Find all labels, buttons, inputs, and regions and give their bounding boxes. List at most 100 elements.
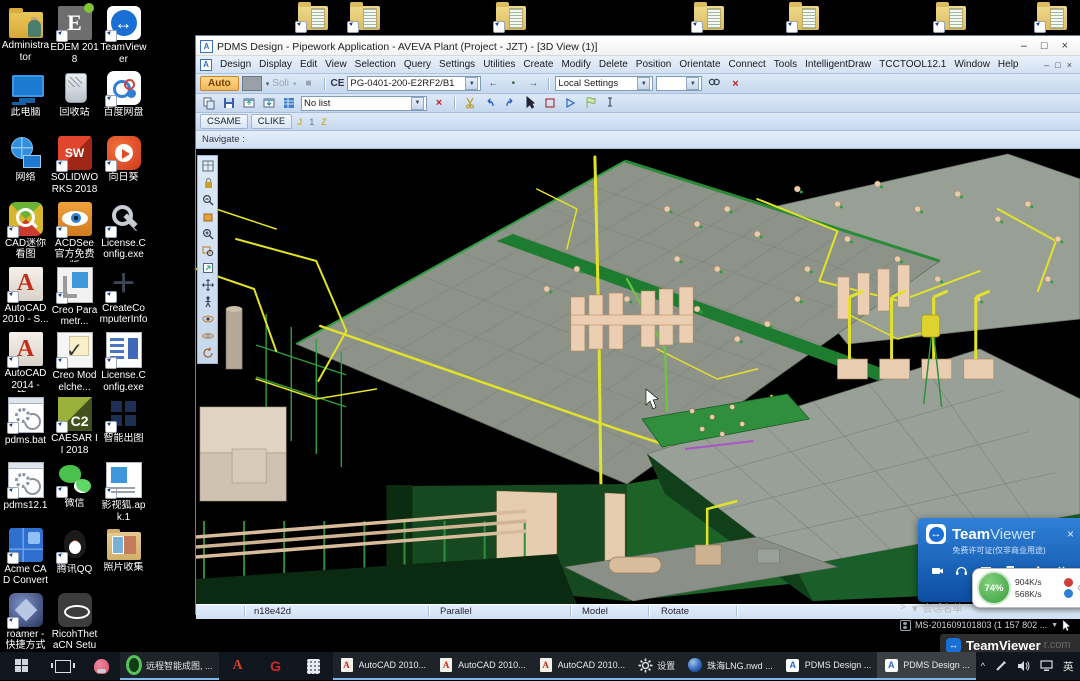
table-icon[interactable] — [280, 95, 298, 112]
top-folder-shortcut-2[interactable] — [350, 6, 380, 30]
auto-button[interactable]: Auto — [200, 76, 239, 91]
top-folder-shortcut-6[interactable] — [936, 6, 966, 30]
find-icon[interactable] — [705, 75, 723, 92]
cut-icon[interactable] — [461, 95, 479, 112]
local-settings-combo[interactable]: Local Settings▼ — [555, 76, 653, 91]
teamviewer-close-icon[interactable]: × — [1067, 527, 1074, 541]
taskbar-autocad-2010-window-1[interactable]: AAutoCAD 2010... — [333, 652, 433, 680]
solid-mode-dropdown[interactable]: Soli — [272, 78, 289, 89]
taskbar-remote-paw-pinned[interactable] — [82, 652, 120, 680]
nav-forward-icon[interactable]: → — [524, 75, 542, 92]
top-folder-shortcut-3[interactable] — [496, 6, 526, 30]
desktop-icon-wechat[interactable]: 微信 — [50, 462, 99, 510]
desktop-icon-caesar-ii-2018[interactable]: C2CAESAR II 2018 — [50, 397, 99, 456]
tray-pen-icon[interactable] — [990, 652, 1012, 680]
desktop-icon-creo-modelcheck[interactable]: ✓Creo Modelche... — [50, 332, 99, 393]
csame-button[interactable]: CSAME — [200, 114, 248, 129]
taskbar-autocad-2010-window-2[interactable]: AAutoCAD 2010... — [432, 652, 532, 680]
element-dropdown-arrow[interactable]: ▼ — [465, 77, 478, 90]
link-icon[interactable] — [200, 95, 218, 112]
nav-back-icon[interactable]: ← — [484, 75, 502, 92]
maximize-button[interactable]: □ — [1041, 41, 1048, 52]
desktop-icon-roamer[interactable]: roamer - 快捷方式 — [1, 593, 50, 652]
clike-button[interactable]: CLIKE — [251, 114, 292, 129]
menu-utilities[interactable]: Utilities — [480, 58, 518, 71]
view-zoomin-icon[interactable] — [199, 226, 216, 242]
windown-icon[interactable] — [260, 95, 278, 112]
winup-icon[interactable] — [240, 95, 258, 112]
no-list-combo[interactable]: No list▼ — [301, 96, 427, 111]
close-button[interactable]: × — [1062, 41, 1068, 52]
view-rotate-icon[interactable] — [199, 345, 216, 361]
taskbar-pdms-design-window-1[interactable]: APDMS Design ... — [779, 652, 878, 680]
taskbar-autocad-pinned[interactable]: A — [219, 652, 257, 680]
top-folder-shortcut-1[interactable] — [298, 6, 328, 30]
desktop-icon-autocad-2010[interactable]: AAutoCAD 2010 - S... — [1, 267, 50, 326]
top-folder-shortcut-4[interactable] — [694, 6, 724, 30]
mdi-close-button[interactable]: × — [1067, 60, 1072, 70]
desktop-icon-administrator[interactable]: Administrator — [1, 6, 50, 63]
desktop-icon-this-pc[interactable]: 此电脑 — [1, 71, 50, 119]
title-bar[interactable]: A PDMS Design - Pipework Application - A… — [196, 38, 1080, 56]
desktop-icon-acme-cad-converter[interactable]: Acme CAD Converter — [1, 528, 50, 588]
view-refresh-icon[interactable] — [199, 260, 216, 276]
desktop-icon-autocad-2014[interactable]: AAutoCAD 2014 - 简... — [1, 332, 50, 392]
menu-window[interactable]: Window — [951, 58, 993, 71]
desktop-icon-ricoh-theta-setup[interactable]: RicohThetaCN Setup.exe — [50, 593, 99, 653]
desktop-icon-license-config-key[interactable]: License.Config.exe — [99, 202, 148, 261]
color-swatch-dropdown[interactable] — [242, 76, 262, 91]
menu-edit[interactable]: Edit — [297, 58, 320, 71]
menu-settings[interactable]: Settings — [436, 58, 478, 71]
taskbar-autocad-2010-window-3[interactable]: AAutoCAD 2010... — [532, 652, 632, 680]
taskbar-pdms-design-window-2[interactable]: APDMS Design ... — [877, 652, 976, 680]
mdi-restore-button[interactable]: □ — [1055, 60, 1060, 70]
menu-display[interactable]: Display — [256, 58, 295, 71]
desktop-icon-license-config-2[interactable]: License.Config.exe — [99, 332, 148, 393]
desktop-icon-yingshihu-apk[interactable]: 影视狐.apk.1 — [99, 462, 148, 523]
taskbar-task-view-button[interactable] — [44, 652, 82, 680]
desktop-icon-acdsee-free[interactable]: ACDSee 官方免费版 — [50, 202, 99, 262]
tv-headset-icon[interactable] — [954, 564, 968, 576]
menu-design[interactable]: Design — [217, 58, 254, 71]
view-boxo-icon[interactable] — [199, 209, 216, 225]
save-icon[interactable] — [220, 95, 238, 112]
menu-tools[interactable]: Tools — [771, 58, 800, 71]
menu-modify[interactable]: Modify — [558, 58, 593, 71]
view-zoomwin-icon[interactable] — [199, 243, 216, 259]
pointer-icon[interactable] — [521, 95, 539, 112]
flag-icon[interactable] — [581, 95, 599, 112]
taskbar-start-button[interactable] — [0, 652, 44, 680]
menu-delete[interactable]: Delete — [596, 58, 631, 71]
desktop-icon-recycle-bin[interactable]: 回收站 — [50, 71, 99, 119]
current-element-combo[interactable]: PG-0401-200-E2RF2/B1▼ — [347, 76, 481, 91]
desktop-icon-cad-mini-viewer[interactable]: CAD迷你看图 — [1, 202, 50, 261]
desktop-icon-photo-folder[interactable]: 照片收集 — [99, 528, 148, 574]
taskbar-remote-smart-plot-window[interactable]: 远程智能成图, ... — [120, 652, 219, 680]
menu-help[interactable]: Help — [995, 58, 1022, 71]
session-header-row[interactable]: > ▼ 会话名单 — [896, 598, 1080, 616]
view-orbit-icon[interactable] — [199, 328, 216, 344]
desktop-icon-baidu-netdisk[interactable]: 百度网盘 — [99, 71, 148, 119]
desktop-icon-network[interactable]: 网络 — [1, 136, 50, 184]
desktop-icon-create-computer-inform[interactable]: +CreateComputerInform... — [99, 267, 148, 327]
menu-intelligentdraw[interactable]: IntelligentDraw — [802, 58, 874, 71]
view-pan-icon[interactable] — [199, 277, 216, 293]
measure-icon[interactable] — [601, 95, 619, 112]
taskbar-g-tool-pinned[interactable]: G — [257, 652, 295, 680]
clear-list-icon[interactable]: × — [430, 95, 448, 112]
desktop-icon-creo-parametric[interactable]: Creo Parametr... — [50, 267, 99, 328]
menu-view[interactable]: View — [322, 58, 350, 71]
tray-ime-indicator[interactable]: 英 — [1058, 652, 1079, 680]
desktop-icon-sunflower[interactable]: 向日葵 — [99, 136, 148, 184]
view-walk-icon[interactable] — [199, 294, 216, 310]
tray-chevron-icon[interactable]: ^ — [976, 652, 990, 680]
menu-connect[interactable]: Connect — [726, 58, 769, 71]
view-look-icon[interactable] — [199, 311, 216, 327]
frame-icon[interactable] — [541, 95, 559, 112]
top-folder-shortcut-7[interactable] — [1037, 6, 1067, 30]
taskbar-zhuhai-lng-window[interactable]: 珠海LNG.nwd ... — [681, 652, 779, 680]
lock-icon[interactable]: ■ — [300, 75, 318, 92]
play-icon[interactable] — [561, 95, 579, 112]
swatch-dropdown-arrow[interactable]: ▾ — [266, 80, 270, 88]
desktop-icon-tencent-qq[interactable]: 腾讯QQ — [50, 528, 99, 576]
